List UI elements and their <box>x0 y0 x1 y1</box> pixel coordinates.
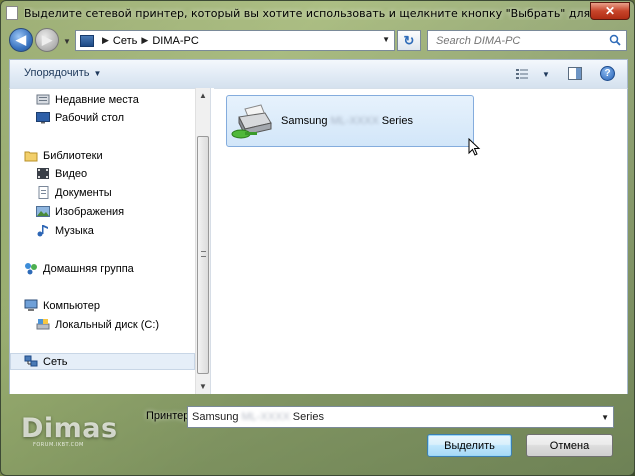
sidebar-item-computer[interactable]: Компьютер <box>24 297 100 314</box>
music-icon <box>37 225 48 237</box>
scroll-down-icon[interactable]: ▼ <box>199 382 207 391</box>
back-button[interactable]: ◀ <box>9 28 33 52</box>
libraries-icon <box>24 151 38 162</box>
homegroup-icon <box>25 263 37 275</box>
sidebar-item-libraries[interactable]: Библиотеки <box>24 147 103 164</box>
sidebar-item-recent-places[interactable]: Недавние места <box>36 91 139 108</box>
search-box[interactable] <box>427 30 627 51</box>
help-icon: ? <box>604 68 611 79</box>
refresh-button[interactable]: ↻ <box>397 30 421 51</box>
title-bar: Выделите сетевой принтер, который вы хот… <box>1 1 635 25</box>
organize-button[interactable]: Упорядочить ▼ <box>24 67 101 79</box>
navigation-bar: ◀ ▶ ▼ ▶ Сеть ▶ DIMA-PC ▼ ↻ <box>1 25 635 55</box>
views-icon <box>516 69 528 79</box>
content-pane: Samsung ML-XXXX Series <box>214 88 628 394</box>
sidebar-item-music[interactable]: Музыка <box>36 222 94 239</box>
cancel-button[interactable]: Отмена <box>526 434 613 457</box>
sidebar-item-images[interactable]: Изображения <box>36 203 124 220</box>
sidebar-item-label: Локальный диск (C:) <box>55 318 160 331</box>
close-button[interactable]: ✕ <box>590 2 630 20</box>
sidebar-item-network[interactable]: Сеть <box>10 353 195 370</box>
documents-icon <box>38 186 49 199</box>
mouse-cursor-icon <box>468 138 481 156</box>
address-bar[interactable]: ▶ Сеть ▶ DIMA-PC ▼ <box>75 30 395 51</box>
recent-pages-dropdown[interactable]: ▼ <box>63 37 71 46</box>
printer-name: Samsung ML-XXXX Series <box>281 115 413 127</box>
back-arrow-icon: ◀ <box>16 32 26 47</box>
search-icon[interactable] <box>609 34 621 46</box>
organize-label: Упорядочить <box>24 67 90 79</box>
navigation-scrollbar[interactable]: ▲ ▼ <box>195 88 210 394</box>
window-document-icon <box>6 6 18 20</box>
change-view-button[interactable]: ▼ <box>516 67 554 81</box>
sidebar-item-label: Библиотеки <box>43 149 103 162</box>
sidebar-item-label: Музыка <box>55 224 94 237</box>
images-icon <box>36 206 50 217</box>
printer-selection-dialog: Выделите сетевой принтер, который вы хот… <box>0 0 635 476</box>
forward-arrow-icon: ▶ <box>42 32 52 47</box>
printer-field-label: Принтер <box>146 410 190 422</box>
scrollbar-grip-icon <box>201 251 206 257</box>
computer-icon <box>24 299 38 311</box>
command-bar: Упорядочить ▼ ▼ ? <box>9 59 628 88</box>
chevron-down-icon[interactable]: ▼ <box>601 413 609 422</box>
sidebar-item-local-disk[interactable]: Локальный диск (C:) <box>36 316 159 333</box>
sidebar-item-label: Сеть <box>43 355 68 368</box>
desktop-icon <box>36 112 50 124</box>
sidebar-item-label: Изображения <box>55 205 125 218</box>
sidebar-item-video[interactable]: Видео <box>36 165 87 182</box>
recent-places-icon <box>36 94 50 105</box>
select-button[interactable]: Выделить <box>427 434 512 457</box>
network-location-icon <box>80 34 94 47</box>
help-button[interactable]: ? <box>600 66 615 81</box>
breadcrumb-separator-icon[interactable]: ▶ <box>102 35 109 46</box>
window-title: Выделите сетевой принтер, который вы хот… <box>24 6 604 20</box>
address-dropdown-icon[interactable]: ▼ <box>382 35 390 44</box>
sidebar-item-homegroup[interactable]: Домашняя группа <box>24 260 134 277</box>
printer-model-redacted: ML-XXXX <box>241 411 290 423</box>
breadcrumb-network[interactable]: Сеть <box>113 35 137 47</box>
forward-button[interactable]: ▶ <box>35 28 59 52</box>
sidebar-item-label: Рабочий стол <box>55 111 125 124</box>
sidebar-item-label: Недавние места <box>55 93 139 106</box>
printer-model-redacted: ML-XXXX <box>330 115 379 127</box>
sidebar-item-label: Видео <box>55 167 88 180</box>
sidebar-item-label: Документы <box>55 186 112 199</box>
preview-pane-icon[interactable] <box>568 67 582 80</box>
sidebar-item-documents[interactable]: Документы <box>36 184 112 201</box>
search-input[interactable] <box>436 34 606 47</box>
dialog-footer: Dimas FORUM.IKBT.COM Принтер Samsung ML-X… <box>1 394 635 476</box>
video-icon <box>37 168 49 179</box>
local-disk-icon <box>36 319 50 330</box>
watermark-logo: Dimas FORUM.IKBT.COM <box>21 413 118 453</box>
sidebar-item-label: Компьютер <box>43 299 100 312</box>
printer-select-value: Samsung ML-XXXX Series <box>192 411 324 423</box>
logo-text: Dimas <box>21 413 118 444</box>
sidebar-item-desktop[interactable]: Рабочий стол <box>36 109 124 126</box>
network-printer-icon <box>231 104 272 139</box>
printer-tile[interactable]: Samsung ML-XXXX Series <box>226 95 481 156</box>
breadcrumb-separator-icon[interactable]: ▶ <box>141 35 148 46</box>
network-icon <box>24 355 38 367</box>
scrollbar-thumb[interactable] <box>197 136 209 374</box>
breadcrumb-computer[interactable]: DIMA-PC <box>152 35 198 47</box>
chevron-down-icon[interactable]: ▼ <box>542 70 550 79</box>
navigation-pane: Недавние места Рабочий стол Библиотеки В… <box>9 88 195 394</box>
scroll-up-icon[interactable]: ▲ <box>199 91 207 100</box>
refresh-icon: ↻ <box>403 32 415 48</box>
chevron-down-icon: ▼ <box>93 69 102 78</box>
printer-select[interactable]: Samsung ML-XXXX Series ▼ <box>187 406 614 428</box>
sidebar-item-label: Домашняя группа <box>43 262 134 275</box>
